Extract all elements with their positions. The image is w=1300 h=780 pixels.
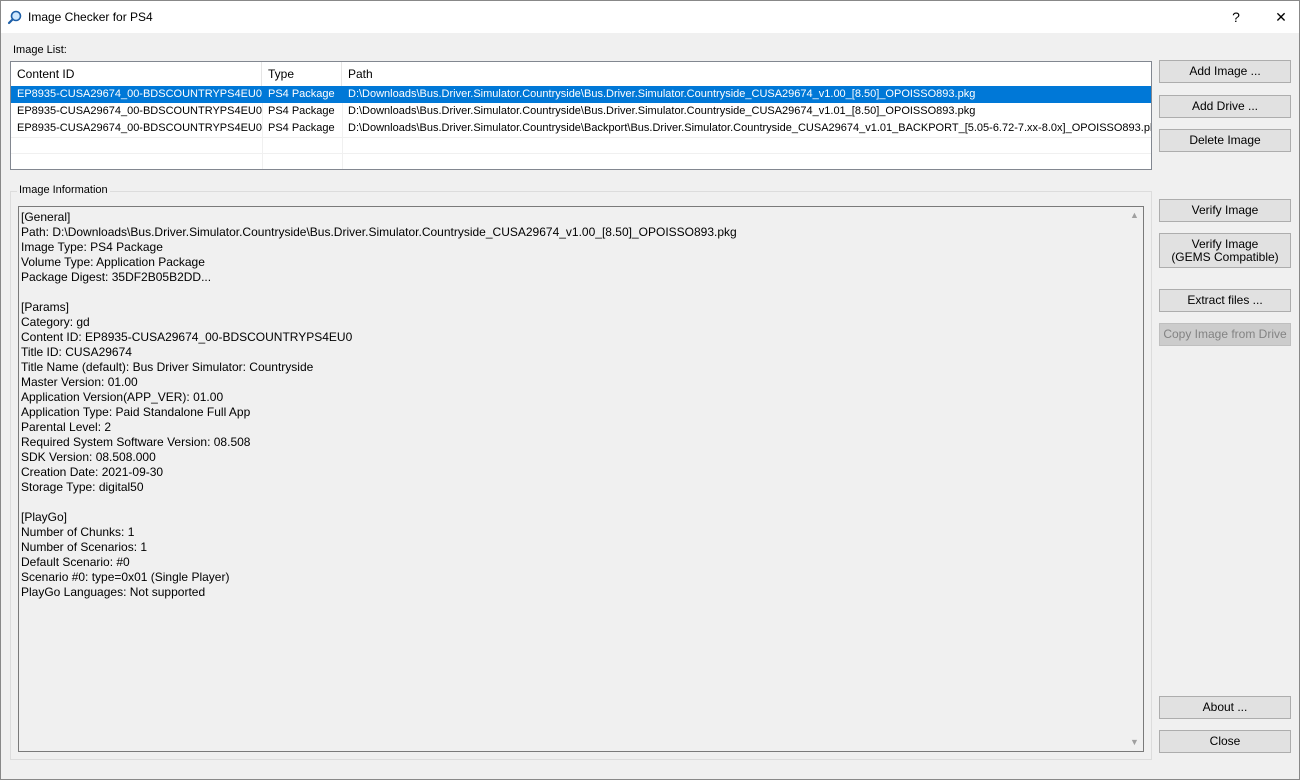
add-drive-button[interactable]: Add Drive ... (1159, 95, 1291, 118)
close-icon: ✕ (1275, 8, 1287, 25)
column-header-content-id[interactable]: Content ID (11, 62, 262, 86)
table-row[interactable]: EP8935-CUSA29674_00-BDSCOUNTRYPS4EU0 PS4… (11, 120, 1151, 137)
column-header-path[interactable]: Path (342, 62, 1151, 86)
row-divider (11, 153, 1151, 154)
cell-content-id: EP8935-CUSA29674_00-BDSCOUNTRYPS4EU0 (17, 105, 262, 117)
cell-type: PS4 Package (268, 105, 335, 117)
cell-content-id: EP8935-CUSA29674_00-BDSCOUNTRYPS4EU0 (17, 122, 262, 134)
close-button[interactable]: Close (1159, 730, 1291, 753)
image-list[interactable]: Content ID Type Path EP8935-CUSA29674_00… (10, 61, 1152, 170)
image-information-label: Image Information (17, 184, 110, 196)
cell-content-id: EP8935-CUSA29674_00-BDSCOUNTRYPS4EU0 (17, 88, 262, 100)
delete-image-button[interactable]: Delete Image (1159, 129, 1291, 152)
image-information-text: [General] Path: D:\Downloads\Bus.Driver.… (21, 210, 737, 599)
window-title: Image Checker for PS4 (28, 10, 153, 24)
help-button[interactable]: ? (1213, 1, 1259, 33)
vertical-scrollbar[interactable]: ▲ ▼ (1126, 207, 1143, 751)
verify-image-button[interactable]: Verify Image (1159, 199, 1291, 222)
extract-files-button[interactable]: Extract files ... (1159, 289, 1291, 312)
scroll-up-arrow-icon[interactable]: ▲ (1126, 207, 1143, 224)
cell-path: D:\Downloads\Bus.Driver.Simulator.Countr… (348, 105, 976, 117)
copy-image-from-drive-button[interactable]: Copy Image from Drive (1159, 323, 1291, 346)
title-bar: Image Checker for PS4 ? ✕ (1, 1, 1299, 33)
column-header-type[interactable]: Type (262, 62, 342, 86)
magnifier-app-icon (7, 9, 23, 25)
cell-type: PS4 Package (268, 88, 335, 100)
table-row[interactable]: EP8935-CUSA29674_00-BDSCOUNTRYPS4EU0 PS4… (11, 86, 1151, 103)
cell-path: D:\Downloads\Bus.Driver.Simulator.Countr… (348, 122, 1151, 134)
image-information-textbox[interactable]: [General] Path: D:\Downloads\Bus.Driver.… (18, 206, 1144, 752)
image-list-label: Image List: (13, 44, 67, 56)
row-divider (11, 137, 1151, 138)
image-list-header: Content ID Type Path (11, 62, 1151, 87)
main-window: Image Checker for PS4 ? ✕ Image List: Co… (0, 0, 1300, 780)
verify-image-gems-button[interactable]: Verify Image (GEMS Compatible) (1159, 233, 1291, 268)
about-button[interactable]: About ... (1159, 696, 1291, 719)
table-row[interactable]: EP8935-CUSA29674_00-BDSCOUNTRYPS4EU0 PS4… (11, 103, 1151, 120)
add-image-button[interactable]: Add Image ... (1159, 60, 1291, 83)
scroll-down-arrow-icon[interactable]: ▼ (1126, 734, 1143, 751)
cell-type: PS4 Package (268, 122, 335, 134)
cell-path: D:\Downloads\Bus.Driver.Simulator.Countr… (348, 88, 976, 100)
close-window-button[interactable]: ✕ (1258, 1, 1300, 33)
